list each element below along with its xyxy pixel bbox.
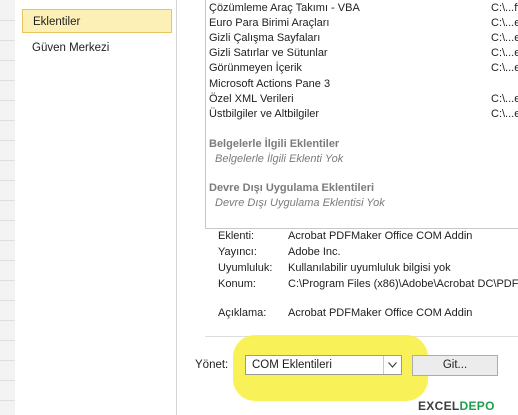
detail-value: Adobe Inc.	[288, 246, 341, 258]
go-button[interactable]: Git...	[412, 355, 498, 376]
manage-dropdown-value: COM Eklentileri	[252, 359, 332, 371]
addin-row[interactable]: Çözümleme Araç Takımı - VBA C:\...ff	[209, 1, 518, 16]
detail-compatibility: Uyumluluk: Kullanılabilir uyumluluk bilg…	[218, 262, 518, 277]
spreadsheet-edge	[0, 0, 16, 415]
detail-value: Kullanılabilir uyumluluk bilgisi yok	[288, 262, 451, 274]
detail-description: Açıklama: Acrobat PDFMaker Office COM Ad…	[218, 307, 518, 322]
addin-name: Microsoft Actions Pane 3	[209, 78, 331, 90]
addin-name: Görünmeyen İçerik	[209, 62, 302, 74]
addin-row[interactable]: Microsoft Actions Pane 3	[209, 77, 518, 92]
addin-row[interactable]: Görünmeyen İçerik C:\...e	[209, 61, 518, 76]
addin-location: C:\...e	[491, 62, 518, 74]
addin-name: Çözümleme Araç Takımı - VBA	[209, 2, 360, 14]
disabled-addins-heading: Devre Dışı Uygulama Eklentileri	[209, 182, 375, 194]
addin-location: C:\...e	[491, 108, 518, 120]
addin-row[interactable]: Özel XML Verileri C:\...e	[209, 92, 518, 107]
detail-addin: Eklenti: Acrobat PDFMaker Office COM Add…	[218, 230, 518, 245]
addin-name: Gizli Satırlar ve Sütunlar	[209, 47, 328, 59]
chevron-down-icon[interactable]	[383, 356, 401, 374]
addin-location: C:\...e	[491, 47, 518, 59]
addin-row[interactable]: Üstbilgiler ve Altbilgiler C:\...e	[209, 107, 518, 122]
addin-location: C:\...ff	[491, 2, 518, 14]
sidebar-item-trust-center[interactable]: Güven Merkezi	[22, 36, 172, 60]
detail-value: Acrobat PDFMaker Office COM Addin	[288, 230, 473, 242]
addin-location: C:\...e	[491, 17, 518, 29]
manage-label: Yönet:	[195, 359, 229, 371]
detail-value: C:\Program Files (x86)\Adobe\Acrobat DC\…	[288, 278, 518, 290]
detail-label: Uyumluluk:	[218, 262, 273, 274]
document-addins-empty: Belgelerle İlgili Eklenti Yok	[215, 153, 344, 165]
document-addins-heading: Belgelerle İlgili Eklentiler	[209, 138, 340, 150]
addin-name: Özel XML Verileri	[209, 93, 294, 105]
sidebar-item-addins[interactable]: Eklentiler	[22, 9, 172, 33]
addin-name: Euro Para Birimi Araçları	[209, 17, 330, 29]
logo-text-excel: EXCEL	[418, 399, 460, 413]
addin-name: Gizli Çalışma Sayfaları	[209, 32, 321, 44]
addin-name: Üstbilgiler ve Altbilgiler	[209, 108, 320, 120]
detail-location: Konum: C:\Program Files (x86)\Adobe\Acro…	[218, 278, 518, 293]
addin-row[interactable]: Euro Para Birimi Araçları C:\...e	[209, 16, 518, 31]
options-sidebar: Eklentiler Güven Merkezi	[15, 0, 177, 415]
addin-list[interactable]: Çözümleme Araç Takımı - VBA C:\...ff Eur…	[205, 0, 518, 229]
addin-row[interactable]: Gizli Satırlar ve Sütunlar C:\...e	[209, 46, 518, 61]
detail-publisher: Yayıncı: Adobe Inc.	[218, 246, 518, 261]
logo-text-depo: DEPO	[459, 399, 495, 413]
detail-label: Açıklama:	[218, 307, 267, 319]
manage-dropdown[interactable]: COM Eklentileri	[245, 355, 402, 375]
addin-location: C:\...e	[491, 32, 518, 44]
detail-label: Yayıncı:	[218, 246, 257, 258]
detail-value: Acrobat PDFMaker Office COM Addin	[288, 307, 473, 319]
addin-location: C:\...e	[491, 93, 518, 105]
detail-label: Konum:	[218, 278, 256, 290]
addin-row[interactable]: Gizli Çalışma Sayfaları C:\...e	[209, 31, 518, 46]
watermark-logo: EXCELDEPO	[418, 399, 518, 415]
detail-label: Eklenti:	[218, 230, 255, 242]
disabled-addins-empty: Devre Dışı Uygulama Eklentisi Yok	[215, 197, 385, 209]
